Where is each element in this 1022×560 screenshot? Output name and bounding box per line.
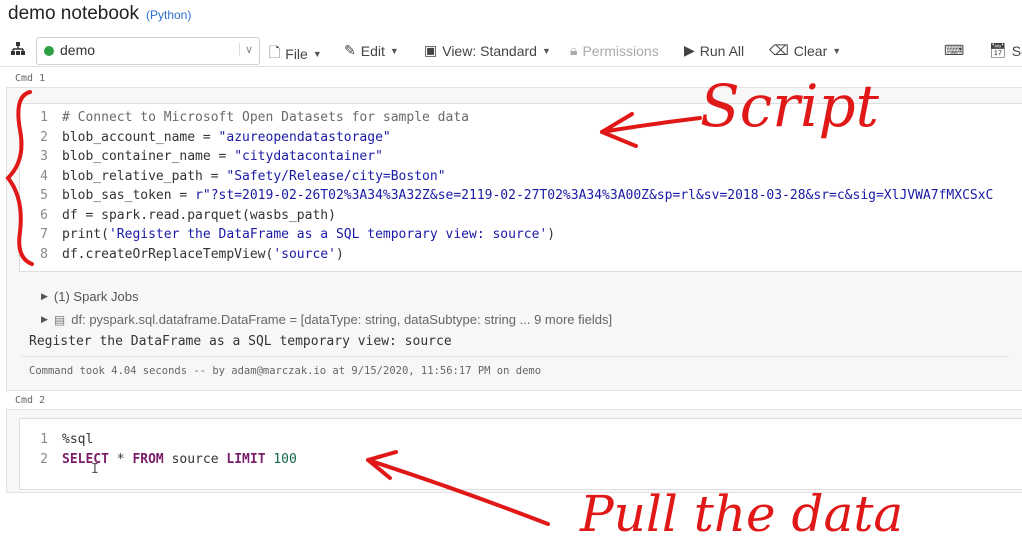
spark-jobs-toggle[interactable]: ▶ (1) Spark Jobs: [41, 289, 138, 304]
code-token: "azureopendatastorage": [218, 129, 391, 145]
code-text: df.createOrReplaceTempView('source'): [62, 245, 344, 265]
code-token: # Connect to Microsoft Open Datasets for…: [62, 110, 469, 125]
code-token: r"?st=2019-02-26T02%3A34%3A32Z&se=2119-0…: [195, 188, 994, 203]
notebook-cell-2[interactable]: 1 %sql 2 SELECT * FROM source LIMIT 100 I: [6, 409, 1022, 493]
permissions-label: Permissions: [582, 42, 659, 59]
code-token: SELECT: [62, 451, 109, 467]
cell-output-text: Register the DataFrame as a SQL temporar…: [29, 334, 452, 349]
code-token: blob_account_name =: [62, 129, 219, 145]
code-token: FROM: [132, 451, 164, 467]
clear-menu[interactable]: ⌫ Clear ▼: [769, 42, 841, 59]
line-number: 1: [40, 432, 48, 447]
caret-down-icon: ▼: [389, 45, 399, 56]
keyboard-icon: ⌨: [944, 42, 965, 58]
command-timing: Command took 4.04 seconds -- by adam@mar…: [29, 365, 542, 377]
cell-label: Cmd 2: [15, 395, 46, 406]
code-text: %sql: [62, 430, 93, 450]
file-menu-label: File: [285, 46, 308, 62]
code-token: LIMIT: [226, 451, 266, 467]
caret-down-icon: ▼: [312, 49, 322, 59]
notebook-toolbar: demo ∨ 🗋 File ▼ ✎ Edit ▼ ▣ View: Standard ▼…: [0, 36, 1022, 67]
notebook-language[interactable]: (Python): [146, 8, 191, 22]
schedule-label: Sc: [1011, 42, 1022, 59]
notebook-title: demo notebook: [8, 3, 139, 24]
code-token: "citydatacontainer": [234, 149, 383, 164]
code-token: 'Register the DataFrame as a SQL tempora…: [108, 227, 548, 242]
code-text: blob_relative_path = "Safety/Release/cit…: [62, 167, 446, 187]
text-cursor-icon: I: [91, 462, 99, 477]
line-number: 7: [40, 227, 48, 242]
annotation-pull-the-data: Pull the data: [580, 485, 904, 543]
expand-arrow-icon: ▶: [41, 291, 48, 301]
run-all-button[interactable]: ▶ Run All: [684, 42, 744, 59]
file-menu[interactable]: 🗋 File ▼: [269, 42, 322, 66]
code-token: blob_sas_token =: [62, 188, 196, 203]
keyboard-shortcuts-button[interactable]: ⌨: [944, 42, 964, 59]
code-token: "Safety/Release/city=Boston": [226, 168, 446, 184]
view-menu-label: View: Standard: [442, 42, 537, 59]
output-divider: [21, 356, 1009, 357]
permissions-button[interactable]: 🔒︎ Permissions: [570, 42, 659, 59]
code-text: print('Register the DataFrame as a SQL t…: [62, 225, 555, 245]
notebook-header: demo notebook (Python): [8, 3, 191, 29]
code-text: df = spark.read.parquet(wasbs_path): [62, 206, 336, 226]
edit-icon: ✎: [344, 42, 356, 58]
code-token: df.createOrReplaceTempView(: [62, 246, 274, 262]
code-token: source: [163, 451, 227, 467]
lock-icon: 🔒︎: [570, 42, 578, 58]
code-text: blob_account_name = "azureopendatastorag…: [62, 128, 391, 148]
line-number: 2: [40, 451, 48, 467]
caret-down-icon: ▼: [541, 45, 551, 56]
code-text: blob_sas_token = r"?st=2019-02-26T02%3A3…: [62, 186, 993, 206]
view-menu[interactable]: ▣ View: Standard ▼: [424, 42, 551, 59]
code-token: ): [547, 227, 556, 242]
play-icon: ▶: [684, 42, 695, 58]
code-text: blob_container_name = "citydatacontainer…: [62, 147, 383, 167]
code-token: df = spark.read.parquet(wasbs_path): [62, 207, 336, 223]
line-number: 1: [40, 110, 48, 125]
code-token: blob_relative_path =: [62, 168, 227, 184]
code-token: %sql: [62, 432, 94, 447]
cluster-icon[interactable]: [10, 41, 26, 57]
code-token: ): [335, 246, 344, 262]
line-number: 2: [40, 129, 48, 145]
edit-menu-label: Edit: [360, 42, 385, 59]
cluster-name: demo: [60, 42, 96, 58]
table-icon: ▤: [53, 312, 66, 327]
spark-jobs-label: (1) Spark Jobs: [53, 289, 139, 304]
line-number: 4: [40, 168, 48, 184]
code-token: blob_container_name =: [62, 149, 235, 164]
clear-menu-label: Clear: [793, 42, 828, 59]
code-text: # Connect to Microsoft Open Datasets for…: [62, 108, 469, 128]
run-all-label: Run All: [699, 42, 745, 59]
dataframe-schema-row[interactable]: ▶ ▤ df: pyspark.sql.dataframe.DataFrame …: [41, 312, 612, 327]
code-token: print(: [62, 227, 109, 242]
line-number: 6: [40, 207, 48, 223]
file-icon: 🗋: [269, 44, 281, 60]
chevron-down-icon: ∨: [238, 43, 253, 56]
edit-menu[interactable]: ✎ Edit ▼: [344, 42, 399, 59]
code-editor[interactable]: 1 %sql 2 SELECT * FROM source LIMIT 100: [19, 418, 1022, 490]
cluster-selector[interactable]: demo ∨: [36, 37, 260, 65]
cell-label: Cmd 1: [15, 73, 46, 84]
dataframe-schema-text: df: pyspark.sql.dataframe.DataFrame = [d…: [71, 312, 613, 327]
line-number: 3: [40, 149, 48, 164]
line-number: 5: [40, 188, 48, 203]
eraser-icon: ⌫: [769, 42, 789, 58]
code-token: 100: [273, 451, 297, 467]
code-token: *: [108, 451, 133, 467]
schedule-button[interactable]: 📅︎ Sc: [989, 42, 1022, 59]
annotation-script: Script: [700, 72, 879, 140]
expand-arrow-icon: ▶: [41, 314, 48, 324]
caret-down-icon: ▼: [832, 45, 842, 56]
image-icon: ▣: [424, 42, 438, 58]
code-token: 'source': [273, 246, 336, 262]
cluster-status-dot: [44, 46, 54, 56]
line-number: 8: [40, 246, 48, 262]
calendar-icon: 📅︎: [989, 42, 1007, 58]
